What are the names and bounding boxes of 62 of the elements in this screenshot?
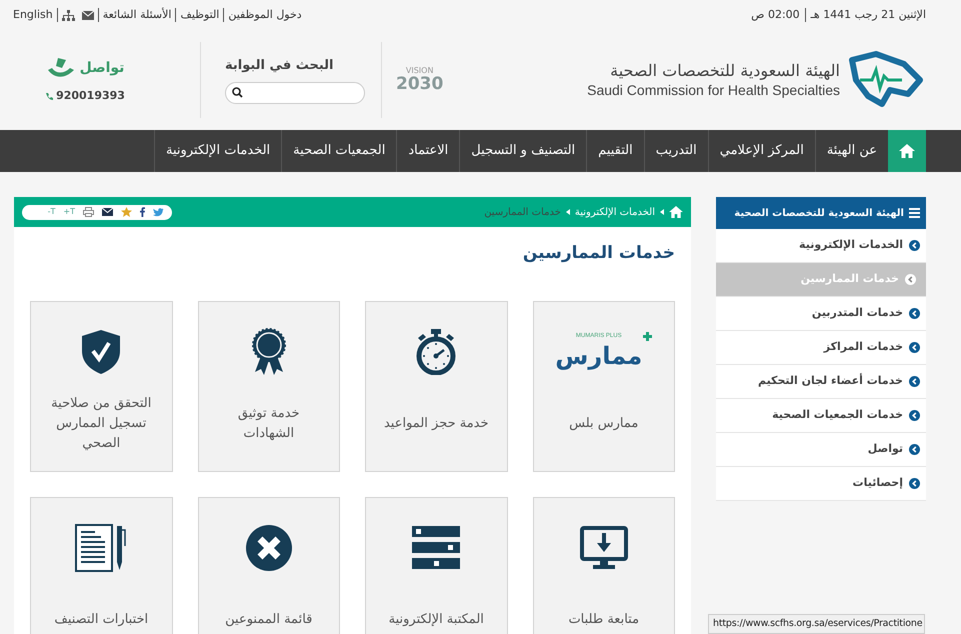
- home-icon[interactable]: [669, 206, 683, 218]
- search-field[interactable]: [225, 82, 365, 104]
- home-tab[interactable]: [888, 130, 926, 172]
- print-icon[interactable]: [83, 207, 94, 217]
- service-card[interactable]: التحقق من صلاحية تسجيل الممارس الصحي: [30, 300, 172, 472]
- page-title: خدمات الممارسين: [522, 242, 676, 265]
- logo-icon: [846, 50, 926, 110]
- sitemap-icon[interactable]: [62, 10, 75, 20]
- top-link[interactable]: الأسئلة الشائعة: [102, 6, 172, 24]
- download-monitor-icon: [580, 526, 628, 570]
- mail-icon[interactable]: [102, 208, 113, 216]
- mail-icon[interactable]: [82, 10, 94, 20]
- service-card[interactable]: اختبارات التصنيف: [30, 496, 172, 634]
- document-pen-icon: [75, 524, 128, 572]
- nav-tab[interactable]: التصنيف و التسجيل: [459, 130, 586, 172]
- home-icon: [899, 144, 915, 158]
- caret-icon: [660, 209, 664, 215]
- chevron-icon: [909, 444, 920, 455]
- search-icon: [232, 87, 243, 98]
- server-rack-icon: [412, 526, 460, 570]
- nav-tab[interactable]: الجمعيات الصحية: [281, 130, 396, 172]
- service-card[interactable]: خدمة توثيق الشهادات: [198, 300, 340, 472]
- chevron-icon: [909, 240, 920, 251]
- time-text: 02:00 ص: [751, 6, 800, 23]
- date-text: الإثنين 21 رجب 1441 هـ: [810, 6, 926, 23]
- search-title: البحث في البوابة: [225, 57, 334, 76]
- chevron-icon: [909, 410, 920, 421]
- logo-title: الهيئة السعودية للتخصصات الصحية: [610, 61, 840, 81]
- contact-label: تواصل: [80, 59, 124, 78]
- nav-tab[interactable]: التقييم: [586, 130, 644, 172]
- logo-subtitle: Saudi Commission for Health Specialties: [587, 81, 840, 99]
- chevron-icon: [909, 308, 920, 319]
- menu-icon: [909, 208, 920, 218]
- service-card[interactable]: المكتبة الإلكترونية: [365, 496, 508, 634]
- twitter-icon[interactable]: [153, 208, 164, 216]
- service-card[interactable]: قائمة الممنوعين: [198, 496, 340, 634]
- caret-icon: [566, 209, 570, 215]
- nav-tab[interactable]: التدريب: [644, 130, 708, 172]
- top-link[interactable]: دخول الموظفين: [228, 6, 302, 24]
- chevron-icon: [905, 274, 916, 285]
- vision-logo: VISION 2030: [395, 66, 444, 94]
- top-link[interactable]: التوظيف: [180, 6, 220, 24]
- rosette-icon: [250, 328, 287, 376]
- chevron-icon: [909, 342, 920, 353]
- nav-tab[interactable]: الاعتماد: [396, 130, 460, 172]
- service-card[interactable]: متابعة طلبات: [532, 496, 675, 634]
- chevron-icon: [909, 376, 920, 387]
- nav-tab[interactable]: عن الهيئة: [814, 130, 888, 172]
- close-icon: [244, 524, 293, 572]
- chevron-icon: [909, 478, 920, 489]
- nav-tab[interactable]: المركز الإعلامي: [708, 130, 815, 172]
- shield-check-icon: [81, 328, 122, 374]
- phone-number: 920019393: [56, 88, 125, 104]
- nav-tab[interactable]: الخدمات الإلكترونية: [154, 130, 282, 172]
- phone-icon: [45, 92, 54, 100]
- stopwatch-icon: [414, 328, 458, 374]
- sidebar-title: الهيئة السعودية للتخصصات الصحية: [734, 206, 904, 220]
- service-card[interactable]: خدمة حجز المواعيد: [365, 300, 508, 472]
- star-icon[interactable]: [121, 207, 132, 217]
- language-link[interactable]: English: [13, 6, 53, 24]
- status-url: https://www.scfhs.org.sa/eservices/Practitione: [708, 614, 926, 634]
- facebook-icon[interactable]: [140, 207, 145, 217]
